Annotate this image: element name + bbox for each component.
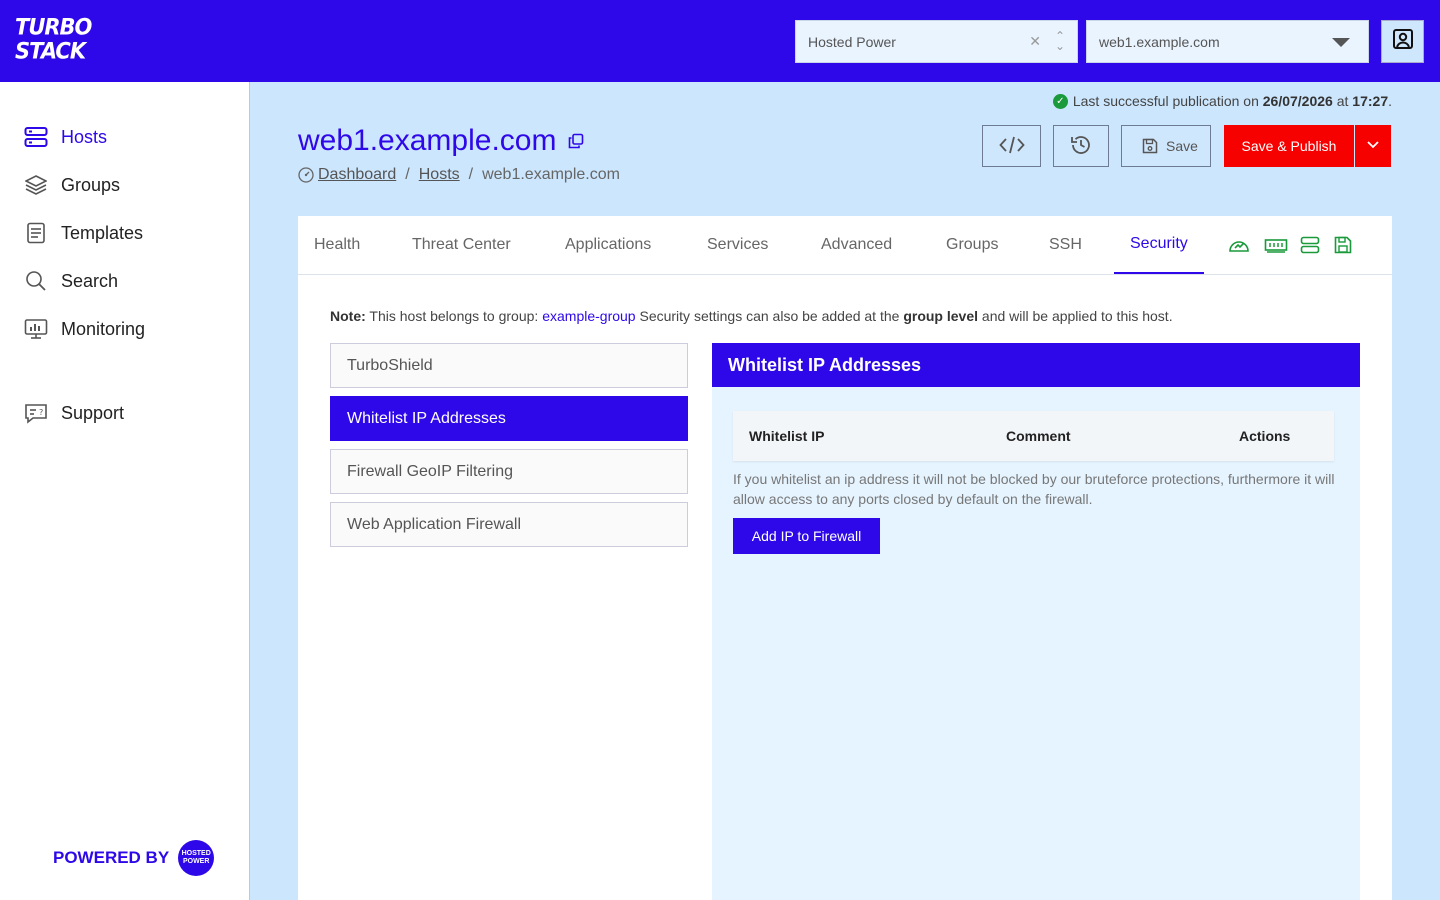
top-header: TURBO STACK Hosted Power ✕ ⌃ ⌄ web1.examp… bbox=[0, 0, 1440, 82]
sidebar-item-hosts[interactable]: Hosts bbox=[24, 125, 107, 149]
tab-security[interactable]: Security bbox=[1114, 216, 1204, 274]
chevron-down-icon bbox=[1366, 137, 1380, 155]
powered-by[interactable]: POWERED BY HOSTED POWER bbox=[53, 840, 215, 876]
template-icon bbox=[24, 221, 48, 245]
group-note: Note: This host belongs to group: exampl… bbox=[330, 308, 1173, 324]
sidebar-item-groups[interactable]: Groups bbox=[24, 173, 120, 197]
tab-threat-center[interactable]: Threat Center bbox=[396, 216, 527, 274]
code-icon bbox=[998, 135, 1025, 158]
panel-title: Whitelist IP Addresses bbox=[712, 343, 1360, 387]
floppy-icon bbox=[1142, 138, 1158, 154]
whitelist-panel: Whitelist IP Addresses Whitelist IP Comm… bbox=[712, 343, 1360, 900]
svg-text:?: ? bbox=[39, 408, 43, 417]
tab-groups[interactable]: Groups bbox=[930, 216, 1014, 274]
sort-chevrons-icon: ⌃ ⌄ bbox=[1054, 29, 1065, 53]
host-card: Health Threat Center Applications Servic… bbox=[298, 216, 1392, 900]
tab-health[interactable]: Health bbox=[298, 216, 376, 274]
add-ip-button[interactable]: Add IP to Firewall bbox=[733, 518, 880, 554]
history-icon bbox=[1069, 133, 1093, 160]
sidebar-item-monitoring[interactable]: Monitoring bbox=[24, 317, 145, 341]
page-title: web1.example.com bbox=[298, 124, 584, 158]
column-comment: Comment bbox=[1006, 428, 1071, 444]
user-icon bbox=[1392, 28, 1414, 55]
dashboard-icon bbox=[298, 167, 314, 183]
security-menu-whitelist[interactable]: Whitelist IP Addresses bbox=[330, 396, 688, 441]
caret-down-icon bbox=[1332, 38, 1350, 47]
host-tabs: Health Threat Center Applications Servic… bbox=[298, 216, 1392, 275]
security-menu-waf[interactable]: Web Application Firewall bbox=[330, 502, 688, 547]
clear-icon[interactable]: ✕ bbox=[1029, 33, 1041, 50]
breadcrumb-current: web1.example.com bbox=[482, 166, 620, 183]
breadcrumb-dashboard[interactable]: Dashboard bbox=[318, 166, 396, 184]
publish-options-button[interactable] bbox=[1355, 125, 1391, 167]
column-actions: Actions bbox=[1239, 428, 1291, 444]
whitelist-help-text: If you whitelist an ip address it will n… bbox=[733, 471, 1335, 507]
sidebar: Hosts Groups Templates Search Monitoring… bbox=[0, 82, 250, 900]
publication-status: ✓ Last successful publication on 26/07/2… bbox=[1052, 93, 1392, 109]
disk-save-icon[interactable] bbox=[1334, 236, 1352, 254]
breadcrumb: Dashboard / Hosts / web1.example.com bbox=[298, 166, 620, 184]
whitelist-table-header: Whitelist IP Comment Actions bbox=[733, 411, 1334, 461]
sidebar-item-search[interactable]: Search bbox=[24, 269, 118, 293]
tab-advanced[interactable]: Advanced bbox=[805, 216, 908, 274]
hosted-power-logo: HOSTED POWER bbox=[178, 840, 215, 876]
server-icon bbox=[24, 125, 48, 149]
monitor-icon bbox=[24, 317, 48, 341]
tab-ssh[interactable]: SSH bbox=[1033, 216, 1098, 274]
host-select[interactable]: web1.example.com bbox=[1086, 20, 1369, 63]
tab-applications[interactable]: Applications bbox=[549, 216, 667, 274]
support-icon: ? bbox=[24, 401, 48, 425]
sidebar-item-templates[interactable]: Templates bbox=[24, 221, 143, 245]
save-publish-button[interactable]: Save & Publish bbox=[1224, 125, 1354, 167]
turbostack-logo[interactable]: TURBO STACK bbox=[15, 14, 92, 67]
tab-status-icons bbox=[1228, 236, 1352, 254]
security-menu-geoip[interactable]: Firewall GeoIP Filtering bbox=[330, 449, 688, 494]
layers-icon bbox=[24, 173, 48, 197]
sidebar-item-support[interactable]: ? Support bbox=[24, 401, 124, 425]
column-whitelist-ip: Whitelist IP bbox=[749, 428, 825, 444]
view-code-button[interactable] bbox=[982, 125, 1041, 167]
save-button[interactable]: Save bbox=[1121, 125, 1211, 167]
copy-icon[interactable] bbox=[568, 133, 584, 149]
dashboard-gauge-icon[interactable] bbox=[1228, 236, 1250, 254]
breadcrumb-hosts[interactable]: Hosts bbox=[419, 166, 460, 184]
server-status-icon[interactable] bbox=[1300, 236, 1320, 254]
search-icon bbox=[24, 269, 48, 293]
tab-services[interactable]: Services bbox=[691, 216, 784, 274]
organization-select[interactable]: Hosted Power ✕ ⌃ ⌄ bbox=[795, 20, 1078, 63]
memory-icon[interactable] bbox=[1264, 236, 1288, 254]
check-circle-icon: ✓ bbox=[1052, 93, 1068, 109]
history-button[interactable] bbox=[1053, 125, 1109, 167]
user-profile-button[interactable] bbox=[1381, 20, 1424, 63]
security-menu-turboshield[interactable]: TurboShield bbox=[330, 343, 688, 388]
group-link[interactable]: example-group bbox=[542, 308, 635, 324]
